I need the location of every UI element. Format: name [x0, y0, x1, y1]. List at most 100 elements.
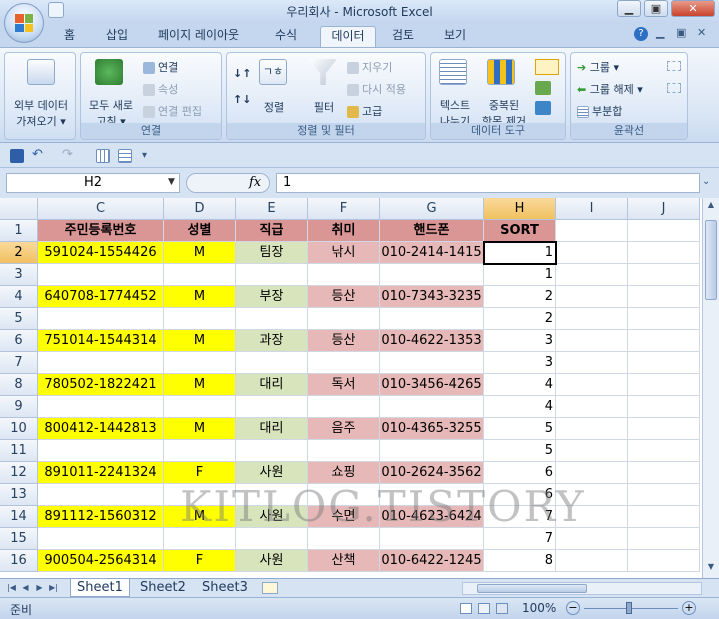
table-icon[interactable]	[96, 149, 110, 163]
table-cell[interactable]	[164, 352, 236, 374]
ribbon-minimize-icon[interactable]: ▁	[656, 26, 664, 39]
connections-button[interactable]: 연결	[143, 59, 178, 75]
table-cell[interactable]: M	[164, 242, 236, 264]
sheet-tab-3[interactable]: Sheet3	[196, 579, 254, 597]
table-cell[interactable]	[380, 396, 484, 418]
tab-formulas[interactable]: 수식	[267, 26, 305, 47]
table-cell[interactable]	[380, 484, 484, 506]
table-cell[interactable]: 사원	[236, 550, 308, 572]
row-header[interactable]: 7	[0, 352, 38, 374]
first-sheet-icon[interactable]: |◀	[6, 582, 17, 594]
zoom-slider-thumb[interactable]	[626, 602, 632, 614]
table-cell[interactable]: 산책	[308, 550, 380, 572]
table-cell[interactable]	[380, 264, 484, 286]
table-cell[interactable]: 4	[484, 374, 556, 396]
edit-links-button[interactable]: 연결 편집	[143, 103, 202, 119]
form-icon[interactable]	[118, 149, 132, 163]
table-cell[interactable]	[628, 286, 700, 308]
table-cell[interactable]: 010-2624-3562	[380, 462, 484, 484]
scroll-up-icon[interactable]: ▲	[705, 200, 717, 212]
table-cell[interactable]: 1	[484, 242, 556, 264]
table-cell[interactable]	[38, 396, 164, 418]
table-cell[interactable]	[556, 374, 628, 396]
table-cell[interactable]	[236, 440, 308, 462]
table-header-cell[interactable]: 직급	[236, 220, 308, 242]
table-cell[interactable]	[628, 352, 700, 374]
vertical-scroll-thumb[interactable]	[705, 220, 717, 300]
table-cell[interactable]: 010-3456-4265	[380, 374, 484, 396]
name-box-dropdown-icon[interactable]: ▼	[168, 177, 175, 187]
table-cell[interactable]	[236, 484, 308, 506]
tab-view[interactable]: 보기	[436, 26, 474, 47]
tab-home[interactable]: 홈	[56, 26, 83, 47]
table-cell[interactable]: 3	[484, 330, 556, 352]
table-cell[interactable]	[556, 528, 628, 550]
table-cell[interactable]: 010-2414-1415	[380, 242, 484, 264]
office-button[interactable]	[4, 3, 44, 43]
table-cell[interactable]: 010-4623-6424	[380, 506, 484, 528]
table-cell[interactable]	[236, 308, 308, 330]
table-cell[interactable]	[164, 264, 236, 286]
table-cell[interactable]	[164, 484, 236, 506]
tab-review[interactable]: 검토	[384, 26, 422, 47]
table-cell[interactable]: 2	[484, 308, 556, 330]
consolidate-icon[interactable]	[535, 81, 551, 95]
column-header[interactable]: I	[556, 198, 628, 220]
table-cell[interactable]: 사원	[236, 462, 308, 484]
table-cell[interactable]	[556, 462, 628, 484]
table-cell[interactable]	[38, 352, 164, 374]
table-cell[interactable]: 대리	[236, 418, 308, 440]
ribbon-close-icon[interactable]: ✕	[697, 26, 706, 39]
table-cell[interactable]: 낚시	[308, 242, 380, 264]
row-header[interactable]: 6	[0, 330, 38, 352]
group-button[interactable]: ➔ 그룹 ▾	[577, 59, 619, 75]
table-cell[interactable]	[308, 528, 380, 550]
table-header-cell[interactable]: 성별	[164, 220, 236, 242]
table-cell[interactable]: 900504-2564314	[38, 550, 164, 572]
help-icon[interactable]: ?	[634, 27, 648, 41]
table-cell[interactable]	[628, 440, 700, 462]
column-header[interactable]: J	[628, 198, 700, 220]
table-cell[interactable]	[556, 286, 628, 308]
sort-za-button[interactable]: ↑↓	[233, 93, 251, 106]
customize-qat-icon[interactable]: ▾	[142, 149, 156, 163]
last-sheet-icon[interactable]: ▶|	[48, 582, 59, 594]
table-cell[interactable]: 780502-1822421	[38, 374, 164, 396]
table-cell[interactable]	[556, 484, 628, 506]
table-cell[interactable]: 7	[484, 506, 556, 528]
table-cell[interactable]: 640708-1774452	[38, 286, 164, 308]
horizontal-scroll-thumb[interactable]	[477, 584, 587, 593]
table-cell[interactable]: 등산	[308, 330, 380, 352]
tab-page-layout[interactable]: 페이지 레이아웃	[150, 26, 247, 47]
table-cell[interactable]: 891112-1560312	[38, 506, 164, 528]
table-cell[interactable]: 010-7343-3235	[380, 286, 484, 308]
row-header[interactable]: 3	[0, 264, 38, 286]
properties-button[interactable]: 속성	[143, 81, 178, 97]
table-cell[interactable]	[164, 308, 236, 330]
table-cell[interactable]: 등산	[308, 286, 380, 308]
table-cell[interactable]: F	[164, 550, 236, 572]
table-header-cell[interactable]: 주민등록번호	[38, 220, 164, 242]
table-cell[interactable]: 팀장	[236, 242, 308, 264]
table-cell[interactable]	[628, 418, 700, 440]
row-header[interactable]: 13	[0, 484, 38, 506]
page-break-view-icon[interactable]	[496, 603, 508, 614]
external-data-button[interactable]: 외부 데이터 가져오기 ▾	[9, 97, 73, 129]
table-cell[interactable]	[628, 264, 700, 286]
table-cell[interactable]: 5	[484, 418, 556, 440]
table-cell[interactable]	[628, 308, 700, 330]
table-header-cell[interactable]: SORT	[484, 220, 556, 242]
table-cell[interactable]	[556, 506, 628, 528]
table-cell[interactable]: 3	[484, 352, 556, 374]
table-cell[interactable]	[164, 528, 236, 550]
table-cell[interactable]	[308, 352, 380, 374]
select-all-corner[interactable]	[0, 198, 38, 220]
table-cell[interactable]	[556, 418, 628, 440]
table-cell[interactable]	[38, 528, 164, 550]
row-header[interactable]: 15	[0, 528, 38, 550]
table-cell[interactable]: 591024-1554426	[38, 242, 164, 264]
table-cell[interactable]: M	[164, 286, 236, 308]
column-header[interactable]: G	[380, 198, 484, 220]
column-header[interactable]: E	[236, 198, 308, 220]
filter-button[interactable]: 필터	[309, 99, 339, 115]
